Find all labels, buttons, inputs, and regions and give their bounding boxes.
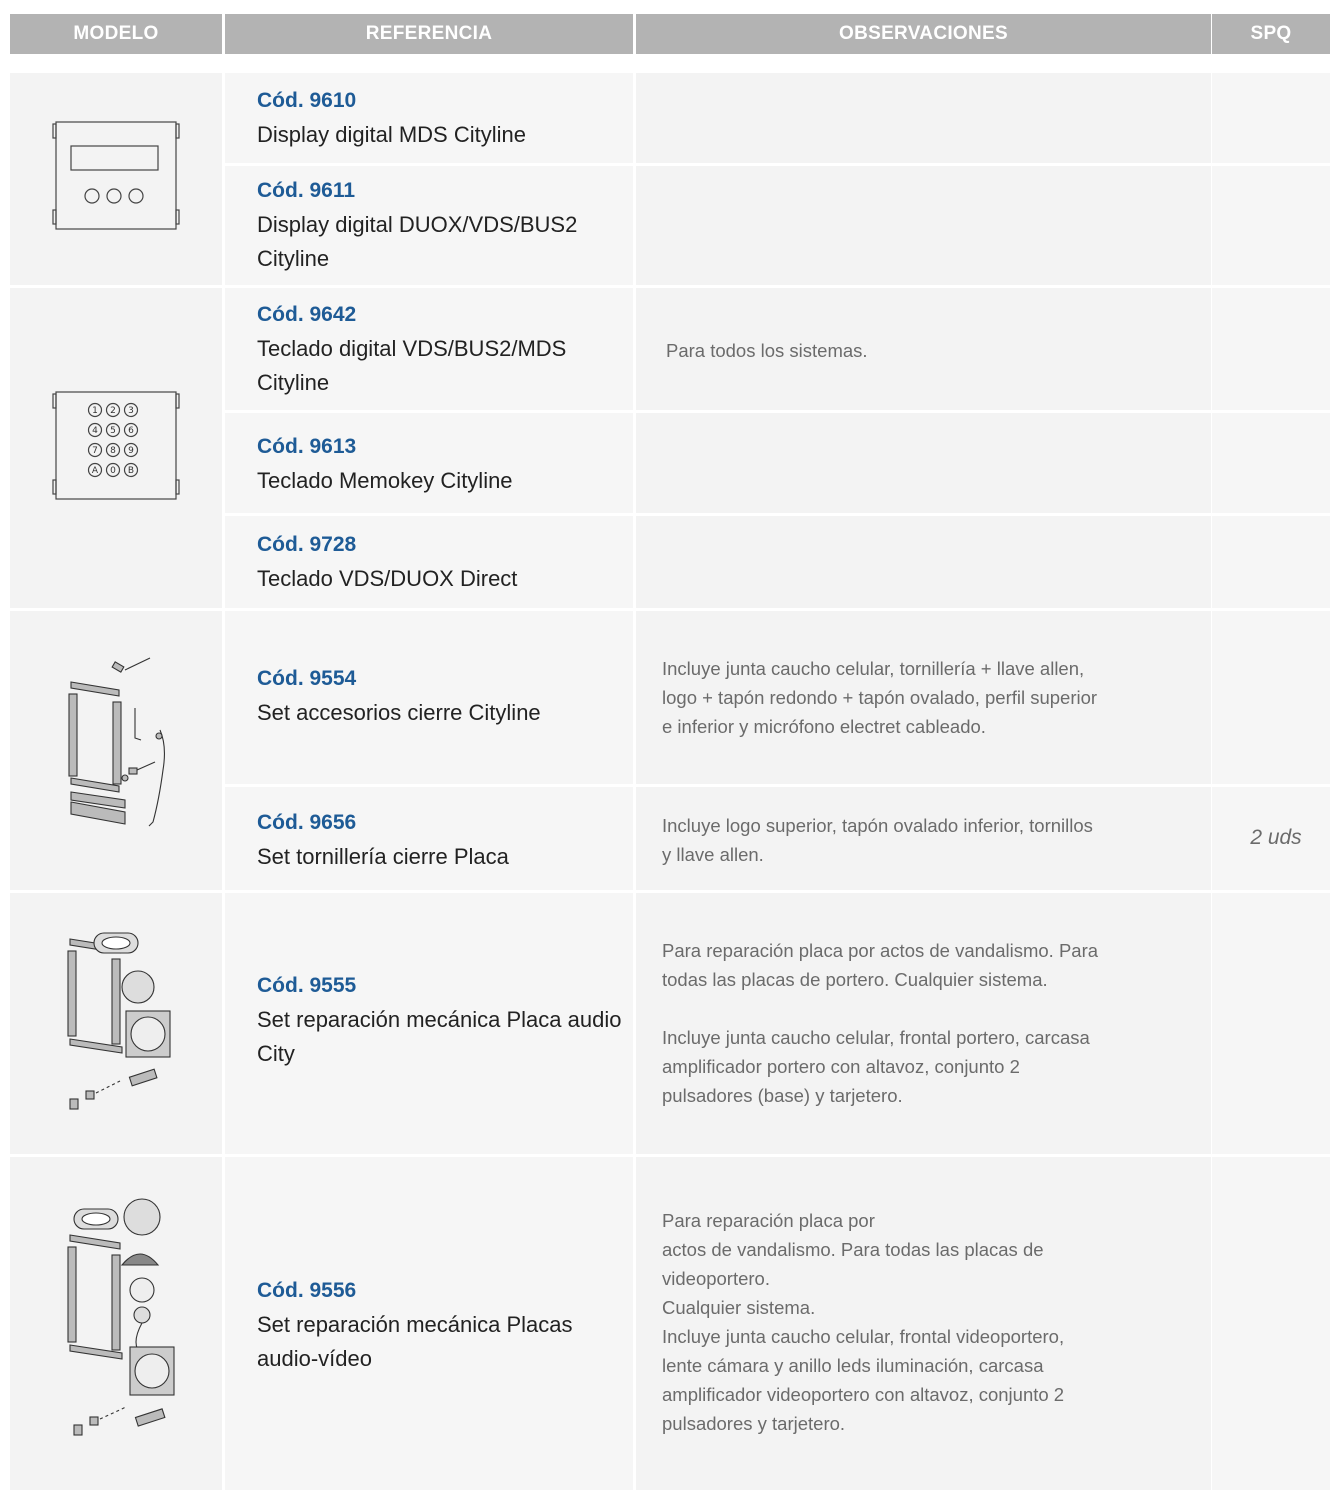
- observation-keyboards: Para todos los sistemas.: [666, 340, 868, 361]
- observation-line: logo + tapón redondo + tapón ovalado, pe…: [662, 687, 1098, 708]
- product-code: Cód. 9728: [257, 533, 357, 556]
- key-2: 2: [110, 406, 116, 416]
- key-7: 7: [92, 446, 98, 456]
- product-name: Display digital MDS Cityline: [257, 122, 526, 147]
- list-item: Cód. 9656 Set tornillería cierre Placa: [257, 806, 627, 874]
- product-code: Cód. 9610: [257, 89, 357, 112]
- list-item: Cód. 9642 Teclado digital VDS/BUS2/MDS C…: [257, 298, 627, 400]
- display-module-icon: [52, 121, 180, 230]
- product-name: Set accesorios cierre Cityline: [257, 700, 541, 725]
- group-divider: [10, 608, 1330, 611]
- key-0: 0: [110, 466, 116, 476]
- observation-line: Incluye logo superior, tapón ovalado inf…: [662, 815, 1093, 836]
- list-item: Cód. 9556 Set reparación mecánica Placas…: [257, 1274, 627, 1376]
- observation-line: pulsadores y tarjetero.: [662, 1413, 846, 1434]
- group-divider: [10, 890, 1330, 893]
- observation-9554: Incluye junta caucho celular, tornillerí…: [662, 654, 1192, 741]
- product-name: Set tornillería cierre Placa: [257, 844, 509, 869]
- observation-line: Para reparación placa por: [662, 1210, 875, 1231]
- header-modelo: MODELO: [10, 14, 222, 54]
- observation-9555: Para reparación placa por actos de vanda…: [662, 936, 1192, 1110]
- product-code: Cód. 9656: [257, 811, 357, 834]
- video-repair-set-icon: [67, 1198, 175, 1436]
- key-4: 4: [92, 426, 98, 436]
- closure-accessories-icon: [68, 657, 166, 827]
- observation-line: Cualquier sistema.: [662, 1297, 816, 1318]
- list-item: Cód. 9555 Set reparación mecánica Placa …: [257, 969, 627, 1071]
- key-b: B: [128, 466, 134, 476]
- list-item: Cód. 9610 Display digital MDS Cityline: [257, 84, 627, 152]
- row-divider: [225, 410, 1330, 413]
- product-code: Cód. 9554: [257, 667, 357, 690]
- key-a: A: [92, 466, 99, 476]
- observation-line: y llave allen.: [662, 844, 764, 865]
- product-name: Teclado VDS/DUOX Direct: [257, 566, 518, 591]
- observation-9556: Para reparación placa por actos de vanda…: [662, 1206, 1192, 1438]
- row-divider: [225, 513, 1330, 516]
- observation-line: Incluye junta caucho celular, tornillerí…: [662, 658, 1085, 679]
- observation-line: pulsadores (base) y tarjetero.: [662, 1085, 903, 1106]
- keypad-module-icon: 1 2 3 4 5 6 7 8 9 A 0 B: [52, 391, 180, 500]
- observation-line: amplificador videoportero con altavoz, c…: [662, 1384, 1065, 1405]
- observation-line: e inferior y micrófono electret cableado…: [662, 716, 986, 737]
- product-name: Set reparación mecánica Placas audio-víd…: [257, 1312, 573, 1371]
- audio-repair-set-icon: [67, 932, 171, 1110]
- header-observaciones: OBSERVACIONES: [636, 14, 1211, 54]
- list-item: Cód. 9611 Display digital DUOX/VDS/BUS2 …: [257, 174, 627, 276]
- observation-line: lente cámara y anillo leds iluminación, …: [662, 1355, 1044, 1376]
- observation-line: todas las placas de portero. Cualquier s…: [662, 969, 1048, 990]
- product-code: Cód. 9642: [257, 303, 357, 326]
- row-divider: [225, 784, 1330, 787]
- observation-9656: Incluye logo superior, tapón ovalado inf…: [662, 811, 1192, 869]
- spq-value: 2 uds: [1250, 826, 1302, 849]
- header-spq: SPQ: [1212, 14, 1330, 54]
- observation-line: actos de vandalismo. Para todas las plac…: [662, 1239, 1044, 1260]
- list-item: Cód. 9554 Set accesorios cierre Cityline: [257, 662, 627, 730]
- observation-line: videoportero.: [662, 1268, 770, 1289]
- key-9: 9: [128, 446, 134, 456]
- list-item: Cód. 9728 Teclado VDS/DUOX Direct: [257, 528, 627, 596]
- observation-spacer: [662, 994, 1192, 1023]
- group-divider: [10, 285, 1330, 288]
- observation-line: Incluye junta caucho celular, frontal vi…: [662, 1326, 1065, 1347]
- product-code: Cód. 9613: [257, 435, 357, 458]
- key-5: 5: [110, 426, 116, 436]
- group-divider: [10, 1154, 1330, 1157]
- product-name: Set reparación mecánica Placa audio City: [257, 1007, 622, 1066]
- row-divider: [225, 163, 1330, 166]
- product-name: Display digital DUOX/VDS/BUS2 Cityline: [257, 212, 578, 271]
- key-6: 6: [128, 426, 134, 436]
- key-1: 1: [92, 406, 98, 416]
- header-referencia: REFERENCIA: [225, 14, 633, 54]
- key-8: 8: [110, 446, 116, 456]
- observation-line: Para reparación placa por actos de vanda…: [662, 940, 1099, 961]
- observation-line: amplificador portero con altavoz, conjun…: [662, 1056, 1020, 1077]
- product-code: Cód. 9556: [257, 1279, 357, 1302]
- list-item: Cód. 9613 Teclado Memokey Cityline: [257, 430, 627, 498]
- observation-line: Incluye junta caucho celular, frontal po…: [662, 1027, 1090, 1048]
- product-name: Teclado Memokey Cityline: [257, 468, 513, 493]
- product-code: Cód. 9611: [257, 179, 356, 202]
- key-3: 3: [128, 406, 134, 416]
- product-code: Cód. 9555: [257, 974, 357, 997]
- product-name: Teclado digital VDS/BUS2/MDS Cityline: [257, 336, 567, 395]
